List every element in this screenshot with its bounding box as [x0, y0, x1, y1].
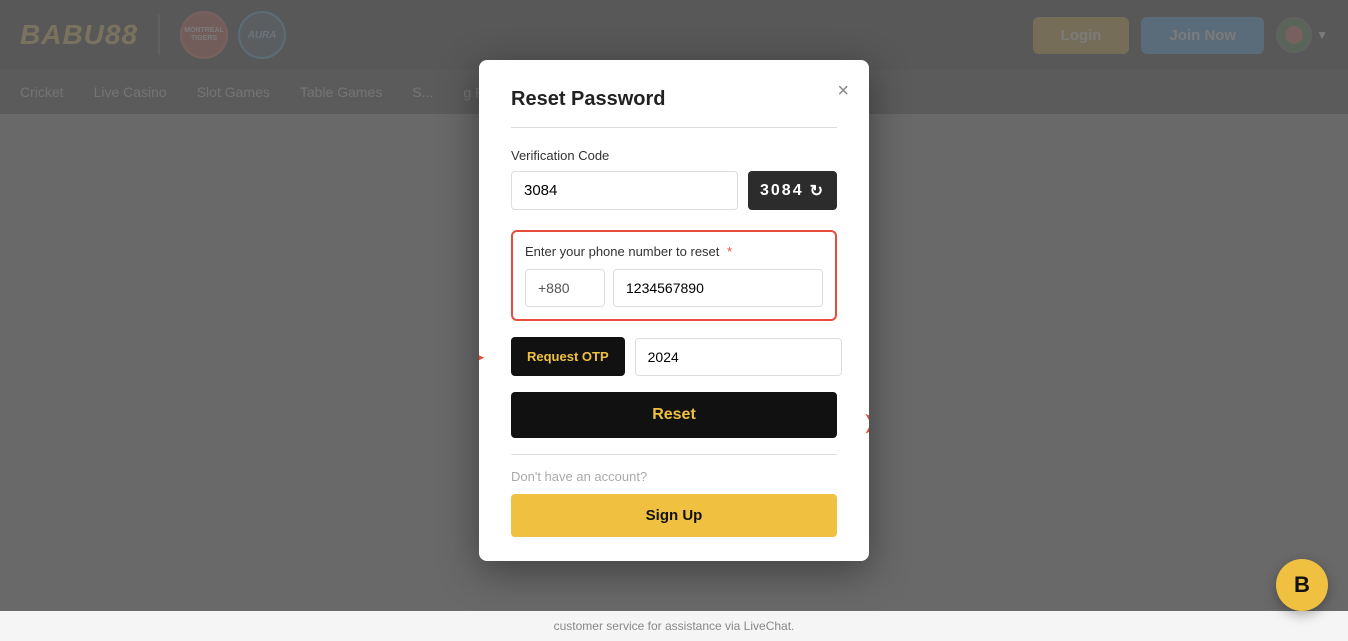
phone-section-label: Enter your phone number to reset * — [525, 244, 823, 259]
verification-code-input[interactable] — [511, 171, 738, 210]
modal-close-button[interactable]: × — [837, 80, 849, 103]
chat-button[interactable]: B — [1276, 559, 1328, 611]
phone-section: Enter your phone number to reset * — [511, 230, 837, 321]
reset-button[interactable]: Reset — [511, 392, 837, 438]
phone-row — [525, 269, 823, 307]
otp-input[interactable] — [635, 338, 842, 376]
no-account-text: Don't have an account? — [511, 469, 837, 484]
otp-row: Request OTP — [511, 337, 837, 376]
captcha-box[interactable]: 3084 ↻ — [748, 171, 837, 210]
arrow-right-icon: ➤ — [864, 407, 869, 440]
verification-code-label: Verification Code — [511, 148, 837, 163]
required-mark: * — [727, 244, 732, 259]
modal-backdrop: Reset Password × Verification Code 3084 … — [0, 0, 1348, 641]
phone-country-code-input[interactable] — [525, 269, 605, 307]
modal-top-divider — [511, 127, 837, 128]
modal-title: Reset Password — [511, 88, 837, 111]
verification-row: 3084 ↻ — [511, 171, 837, 210]
reset-password-modal: Reset Password × Verification Code 3084 … — [479, 60, 869, 561]
captcha-text: 3084 — [760, 182, 804, 200]
modal-bottom-divider — [511, 454, 837, 455]
request-otp-button[interactable]: Request OTP — [511, 337, 625, 376]
phone-number-input[interactable] — [613, 269, 823, 307]
refresh-icon[interactable]: ↻ — [810, 181, 825, 201]
bottom-notice: customer service for assistance via Live… — [0, 611, 1348, 641]
reset-row-wrapper: ➤ Reset — [511, 392, 837, 454]
otp-row-wrapper: ➤ Request OTP — [511, 337, 837, 376]
arrow-left-icon: ➤ — [479, 340, 484, 373]
signup-button[interactable]: Sign Up — [511, 494, 837, 537]
